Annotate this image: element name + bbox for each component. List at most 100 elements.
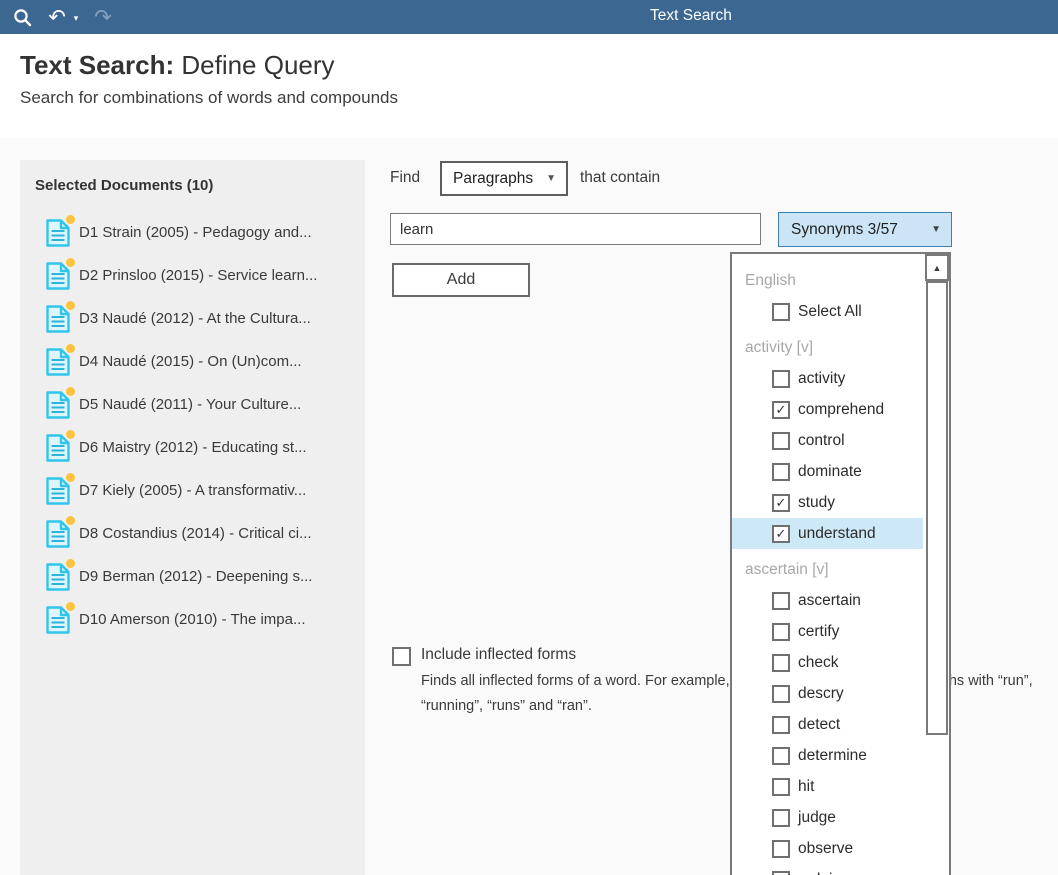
synonym-checkbox-item[interactable]: determine xyxy=(732,740,923,771)
synonyms-dropdown-button[interactable]: Synonyms 3/57 ▼ xyxy=(778,212,952,247)
checkbox-icon[interactable] xyxy=(772,592,790,610)
document-status-dot xyxy=(66,258,75,267)
checkbox-icon[interactable] xyxy=(772,370,790,388)
synonym-checkbox-item[interactable]: ✓ comprehend xyxy=(732,394,923,425)
document-list-item[interactable]: D7 Kiely (2005) - A transformativ... xyxy=(20,469,365,512)
synonym-label: ascertain xyxy=(798,592,861,610)
checkbox-icon[interactable] xyxy=(772,747,790,765)
search-term-input[interactable] xyxy=(390,213,761,245)
checkbox-icon[interactable] xyxy=(772,463,790,481)
document-label: D7 Kiely (2005) - A transformativ... xyxy=(79,482,306,499)
synonym-label: determine xyxy=(798,747,867,765)
synonym-label: activity xyxy=(798,370,845,388)
document-label: D5 Naudé (2011) - Your Culture... xyxy=(79,396,301,413)
synonym-checkbox-item[interactable]: ✓ study xyxy=(732,487,923,518)
document-label: D8 Costandius (2014) - Critical ci... xyxy=(79,525,312,542)
search-unit-value: Paragraphs xyxy=(453,170,533,188)
undo-icon[interactable]: ↶ xyxy=(44,0,70,34)
document-list-item[interactable]: D3 Naudé (2012) - At the Cultura... xyxy=(20,297,365,340)
document-status-dot xyxy=(66,215,75,224)
document-label: D2 Prinsloo (2015) - Service learn... xyxy=(79,267,317,284)
synonym-checkbox-item[interactable]: descry xyxy=(732,678,923,709)
synonym-label: certify xyxy=(798,623,839,641)
synonym-checkbox-item[interactable]: ✓ understand xyxy=(732,518,923,549)
checkbox-icon[interactable] xyxy=(772,716,790,734)
dropdown-scrollbar[interactable]: ▲ xyxy=(925,254,949,875)
document-icon xyxy=(45,218,71,248)
synonym-label: control xyxy=(798,432,845,450)
synonym-checkbox-item[interactable]: check xyxy=(732,647,923,678)
checkbox-icon[interactable]: ✓ xyxy=(772,525,790,543)
checkbox-icon[interactable] xyxy=(772,778,790,796)
synonyms-dropdown-panel: English Select All activity [v] activity… xyxy=(730,252,951,875)
search-icon xyxy=(8,0,36,34)
synonym-checkbox-item[interactable]: certify xyxy=(732,616,923,647)
synonym-label: descry xyxy=(798,685,844,703)
checkbox-icon[interactable] xyxy=(772,654,790,672)
synonym-label: check xyxy=(798,654,839,672)
window-title: Text Search xyxy=(650,7,732,25)
synonym-checkbox-item[interactable]: Select All xyxy=(732,296,923,327)
checkbox-icon[interactable]: ✓ xyxy=(772,494,790,512)
document-list-item[interactable]: D1 Strain (2005) - Pedagogy and... xyxy=(20,211,365,254)
document-list: D1 Strain (2005) - Pedagogy and... D2 Pr… xyxy=(20,211,365,641)
page-subtitle: Search for combinations of words and com… xyxy=(0,81,1058,108)
checkbox-icon[interactable] xyxy=(772,303,790,321)
synonym-group-header: activity [v] xyxy=(732,330,923,363)
add-button[interactable]: Add xyxy=(392,263,530,297)
checkbox-icon[interactable] xyxy=(772,623,790,641)
synonym-label: judge xyxy=(798,809,836,827)
document-label: D10 Amerson (2010) - The impa... xyxy=(79,611,306,628)
scrollbar-thumb[interactable] xyxy=(926,281,948,735)
synonym-label: comprehend xyxy=(798,401,884,419)
synonym-checkbox-item[interactable]: judge xyxy=(732,802,923,833)
synonym-checkbox-item[interactable]: observe xyxy=(732,833,923,864)
document-status-dot xyxy=(66,301,75,310)
checkbox-icon[interactable] xyxy=(772,840,790,858)
checkbox-icon[interactable] xyxy=(772,871,790,875)
search-unit-select[interactable]: Paragraphs ▼ xyxy=(440,161,568,196)
synonym-label: hit xyxy=(798,778,814,796)
synonym-checkbox-item[interactable]: activity xyxy=(732,363,923,394)
synonym-label: Select All xyxy=(798,303,862,321)
page-title: Text Search: Define Query xyxy=(0,34,1058,81)
scrollbar-up-button[interactable]: ▲ xyxy=(925,254,949,281)
documents-panel-header: Selected Documents (10) xyxy=(20,160,365,194)
checkbox-icon[interactable]: ✓ xyxy=(772,401,790,419)
document-list-item[interactable]: D8 Costandius (2014) - Critical ci... xyxy=(20,512,365,555)
synonym-checkbox-item[interactable]: detect xyxy=(732,709,923,740)
document-label: D3 Naudé (2012) - At the Cultura... xyxy=(79,310,311,327)
document-list-item[interactable]: D10 Amerson (2010) - The impa... xyxy=(20,598,365,641)
titlebar: ↶ ▾ ↷ Text Search xyxy=(0,0,1058,34)
document-list-item[interactable]: D9 Berman (2012) - Deepening s... xyxy=(20,555,365,598)
synonym-checkbox-item[interactable]: dominate xyxy=(732,456,923,487)
document-icon xyxy=(45,433,71,463)
synonym-checkbox-item[interactable]: ascertain xyxy=(732,585,923,616)
chevron-down-icon[interactable]: ▾ xyxy=(70,0,82,34)
checkbox-icon[interactable] xyxy=(772,809,790,827)
document-list-item[interactable]: D4 Naudé (2015) - On (Un)com... xyxy=(20,340,365,383)
include-inflected-forms-checkbox[interactable] xyxy=(392,647,411,666)
text-search-window: ↶ ▾ ↷ Text Search Text Search: Define Qu… xyxy=(0,0,1058,875)
checkbox-icon[interactable] xyxy=(772,432,790,450)
document-label: D1 Strain (2005) - Pedagogy and... xyxy=(79,224,312,241)
document-status-dot xyxy=(66,387,75,396)
page-header: Text Search: Define Query Search for com… xyxy=(0,34,1058,138)
synonym-group-header: ascertain [v] xyxy=(732,552,923,585)
synonym-checkbox-item[interactable]: control xyxy=(732,425,923,456)
synonym-label: study xyxy=(798,494,835,512)
document-label: D4 Naudé (2015) - On (Un)com... xyxy=(79,353,302,370)
document-list-item[interactable]: D6 Maistry (2012) - Educating st... xyxy=(20,426,365,469)
synonym-checkbox-item[interactable]: hit xyxy=(732,771,923,802)
document-list-item[interactable]: D5 Naudé (2011) - Your Culture... xyxy=(20,383,365,426)
that-contain-label: that contain xyxy=(580,169,660,187)
document-status-dot xyxy=(66,473,75,482)
synonym-label: detect xyxy=(798,716,840,734)
synonym-checkbox-item[interactable]: ordain xyxy=(732,864,923,875)
checkbox-icon[interactable] xyxy=(772,685,790,703)
document-status-dot xyxy=(66,430,75,439)
document-icon xyxy=(45,476,71,506)
document-list-item[interactable]: D2 Prinsloo (2015) - Service learn... xyxy=(20,254,365,297)
include-inflected-forms-label: Include inflected forms xyxy=(421,646,576,664)
chevron-down-icon: ▼ xyxy=(931,224,941,235)
